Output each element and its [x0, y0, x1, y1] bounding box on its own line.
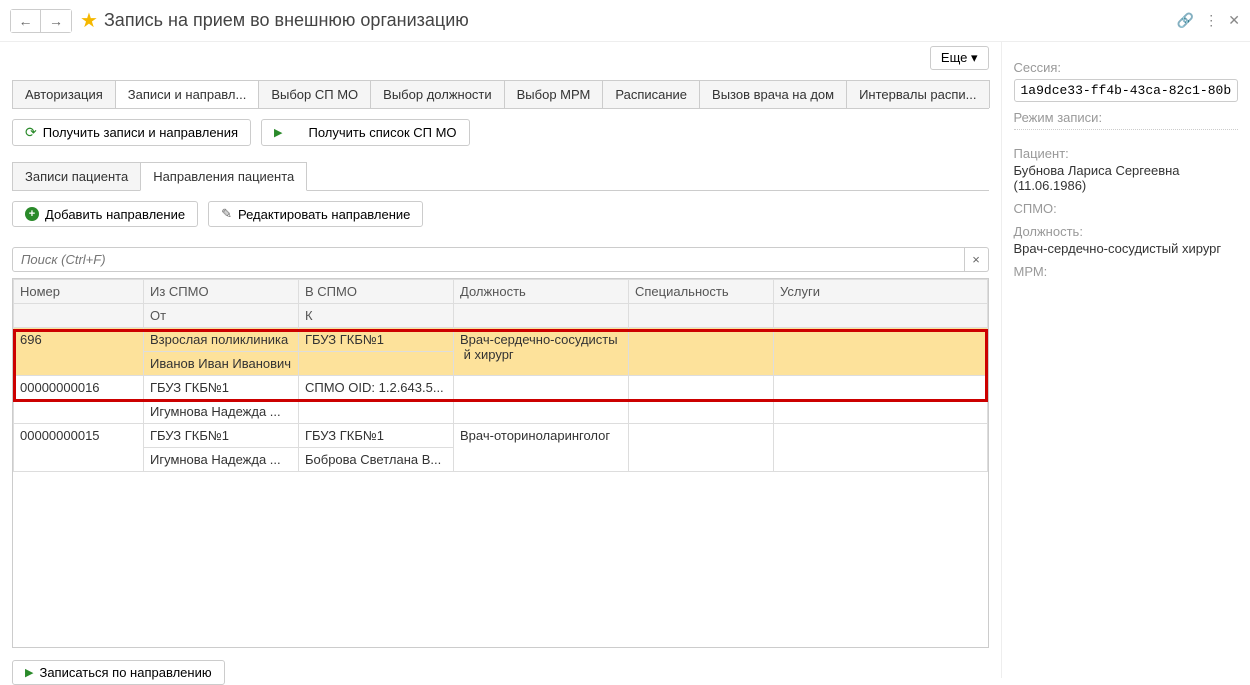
toolbar: ⟳ Получить записи и направления ▶ Получи…	[12, 109, 989, 156]
subtab-patient-referrals[interactable]: Направления пациента	[140, 162, 307, 191]
nav-buttons: ← →	[10, 9, 72, 33]
forward-button[interactable]: →	[41, 10, 71, 32]
col-to-spmo[interactable]: В СПМО	[299, 280, 454, 304]
refresh-icon: ⟳	[25, 124, 37, 141]
edit-referral-button[interactable]: ✎ Редактировать направление	[208, 201, 423, 227]
tab-select-spmo[interactable]: Выбор СП МО	[258, 80, 371, 108]
referrals-table: Номер Из СПМО В СПМО Должность Специальн…	[13, 279, 988, 472]
mode-value	[1014, 125, 1239, 130]
search-input[interactable]	[12, 247, 965, 272]
table-row[interactable]: 00000000015 ГБУЗ ГКБ№1 ГБУЗ ГКБ№1 Врач-о…	[14, 424, 988, 448]
position-label: Должность:	[1014, 224, 1239, 239]
col-from-spmo[interactable]: Из СПМО	[144, 280, 299, 304]
title-bar: ← → ★ Запись на прием во внешнюю организ…	[0, 0, 1250, 42]
get-list-button[interactable]: ▶ Получить список СП МО	[261, 119, 469, 146]
tab-schedule[interactable]: Расписание	[602, 80, 700, 108]
tab-house-call[interactable]: Вызов врача на дом	[699, 80, 847, 108]
add-referral-button[interactable]: + Добавить направление	[12, 201, 198, 227]
col-services[interactable]: Услуги	[774, 280, 988, 304]
book-by-referral-button[interactable]: ▶ Записаться по направлению	[12, 660, 225, 685]
search-row: ×	[12, 247, 989, 272]
tab-select-position[interactable]: Выбор должности	[370, 80, 504, 108]
search-clear-button[interactable]: ×	[965, 247, 989, 272]
link-icon[interactable]: 🔗	[1177, 12, 1194, 29]
referral-actions: + Добавить направление ✎ Редактировать н…	[12, 191, 989, 237]
session-label: Сессия:	[1014, 60, 1239, 75]
star-icon[interactable]: ★	[80, 8, 98, 33]
col-from: От	[144, 304, 299, 328]
tab-intervals[interactable]: Интервалы распи...	[846, 80, 989, 108]
menu-icon[interactable]: ⋮	[1204, 12, 1218, 29]
col-number[interactable]: Номер	[14, 280, 144, 304]
plus-icon: +	[25, 207, 39, 221]
back-button[interactable]: ←	[11, 10, 41, 32]
left-panel: Еще ▾ Авторизация Записи и направл... Вы…	[0, 42, 1001, 678]
tab-authorization[interactable]: Авторизация	[12, 80, 116, 108]
tab-select-mrm[interactable]: Выбор МРМ	[504, 80, 604, 108]
table-row[interactable]: 00000000016 ГБУЗ ГКБ№1 СПМО OID: 1.2.643…	[14, 376, 988, 400]
main-tabs: Авторизация Записи и направл... Выбор СП…	[12, 80, 989, 109]
page-title: Запись на прием во внешнюю организацию	[104, 10, 469, 31]
get-records-button[interactable]: ⟳ Получить записи и направления	[12, 119, 251, 146]
close-icon[interactable]: ✕	[1228, 12, 1240, 29]
play-icon: ▶	[274, 126, 282, 139]
patient-label: Пациент:	[1014, 146, 1239, 161]
col-to: К	[299, 304, 454, 328]
more-button[interactable]: Еще ▾	[930, 46, 989, 70]
col-specialty[interactable]: Специальность	[629, 280, 774, 304]
referrals-table-wrap: Номер Из СПМО В СПМО Должность Специальн…	[12, 278, 989, 648]
subtab-patient-records[interactable]: Записи пациента	[12, 162, 141, 191]
col-position[interactable]: Должность	[454, 280, 629, 304]
position-value: Врач-сердечно-сосудистый хирург	[1014, 241, 1239, 256]
sub-tabs: Записи пациента Направления пациента	[12, 162, 989, 191]
patient-value: Бубнова Лариса Сергеевна (11.06.1986)	[1014, 163, 1239, 193]
tab-records[interactable]: Записи и направл...	[115, 80, 260, 108]
mode-label: Режим записи:	[1014, 110, 1239, 125]
right-panel: Сессия: Режим записи: Пациент: Бубнова Л…	[1001, 42, 1250, 678]
mrm-label: МРМ:	[1014, 264, 1239, 279]
pencil-icon: ✎	[221, 206, 232, 222]
play-icon: ▶	[25, 666, 33, 679]
spmo-label: СПМО:	[1014, 201, 1239, 216]
session-input[interactable]	[1014, 79, 1239, 102]
table-row[interactable]: 696 Взрослая поликлиника ГБУЗ ГКБ№1 Врач…	[14, 328, 988, 352]
